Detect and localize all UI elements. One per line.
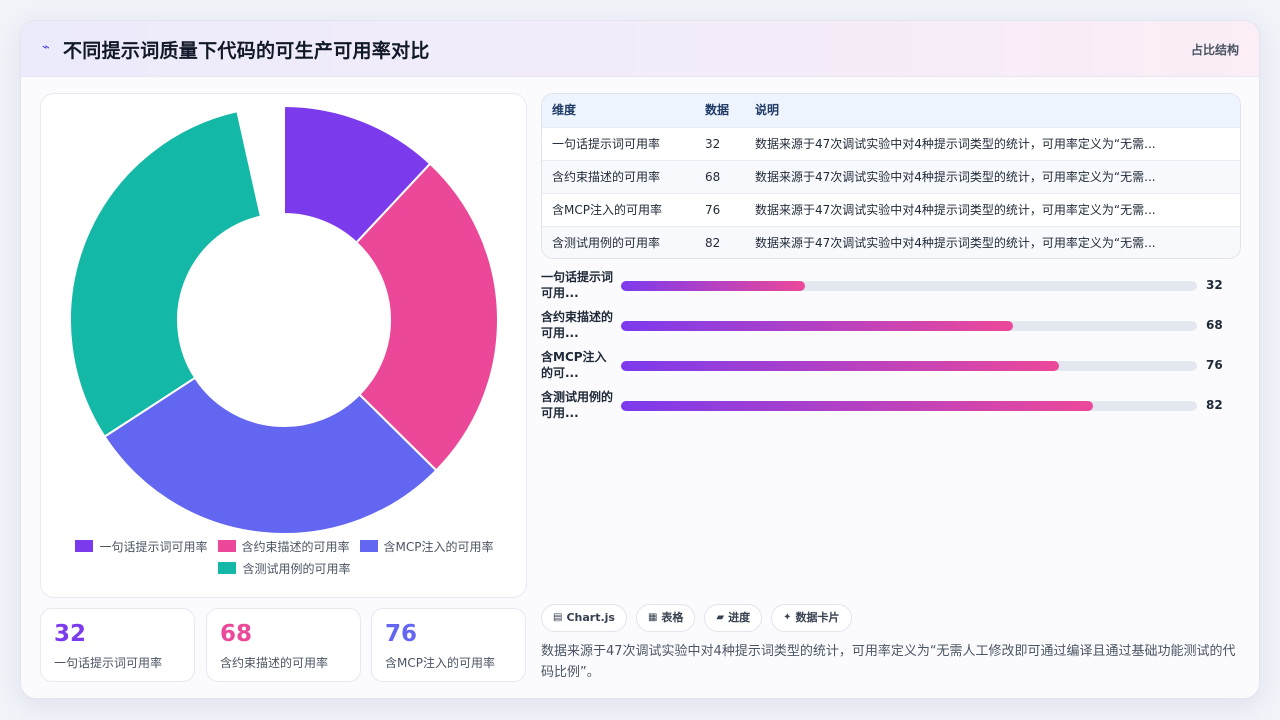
legend-swatch xyxy=(217,540,236,552)
data-source-note: 数据来源于47次调试实验中对4种提示词类型的统计，可用率定义为“无需人工修改即可… xyxy=(541,644,1236,680)
table-row: 一句话提示词可用率 32 数据来源于47次调试实验中对4种提示词类型的统计，可用… xyxy=(542,127,1240,160)
table-cell-name: 含测试用例的可用率 xyxy=(552,236,661,250)
dashboard-card: ⌁ 不同提示词质量下代码的可生产可用率对比 占比结构 一句话提示词可用率 含约束描… xyxy=(20,20,1260,699)
donut-chart-panel: 一句话提示词可用率 含约束描述的可用率 含MCP注入的可用率含测试用例的可用率 xyxy=(40,93,527,598)
stat-card-1: 32 一句话提示词可用率 xyxy=(40,608,195,682)
legend-swatch xyxy=(359,540,378,552)
stat-value: 68 xyxy=(220,621,253,647)
progress-track xyxy=(621,401,1197,411)
sparkle-icon: ✦ xyxy=(783,612,792,623)
chip-progress[interactable]: ▰ 进度 xyxy=(704,604,763,632)
card-header: ⌁ 不同提示词质量下代码的可生产可用率对比 占比结构 xyxy=(21,21,1259,77)
legend-item[interactable]: 含约束描述的可用率 xyxy=(217,538,350,554)
progress-row: 一句话提示词可用... 32 xyxy=(541,269,1241,305)
progress-value: 82 xyxy=(1206,398,1223,412)
chart-kind-label: 占比结构 xyxy=(1190,43,1239,57)
sparkle-icon: ⌁ xyxy=(42,40,50,55)
progress-value: 76 xyxy=(1206,358,1223,372)
progress-label: 一句话提示词可用... xyxy=(541,270,614,300)
table-header-cell: 说明 xyxy=(755,103,780,117)
table-row: 含约束描述的可用率 68 数据来源于47次调试实验中对4种提示词类型的统计，可用… xyxy=(542,160,1240,193)
stat-label: 含MCP注入的可用率 xyxy=(385,656,495,670)
progress-icon: ▰ xyxy=(716,612,725,623)
progress-track xyxy=(621,361,1197,371)
stat-value: 76 xyxy=(385,621,418,647)
legend-label: 含测试用例的可用率 xyxy=(242,561,351,576)
chip-label: Chart.js xyxy=(566,611,615,624)
progress-row: 含约束描述的可用... 68 xyxy=(541,309,1241,345)
chart-legend: 一句话提示词可用率 含约束描述的可用率 含MCP注入的可用率含测试用例的可用率 xyxy=(51,538,518,576)
donut-slice-4[interactable] xyxy=(69,109,263,438)
page-title: 不同提示词质量下代码的可生产可用率对比 xyxy=(63,40,430,62)
table-row: 含测试用例的可用率 82 数据来源于47次调试实验中对4种提示词类型的统计，可用… xyxy=(542,226,1240,258)
progress-bars: 一句话提示词可用... 32 含约束描述的可用... 68 含MCP注入的可..… xyxy=(541,269,1241,439)
donut-chart xyxy=(69,104,499,534)
table-header-cell: 数据 xyxy=(705,103,730,117)
chart-icon: ▤ xyxy=(553,612,563,623)
table-cell-name: 一句话提示词可用率 xyxy=(552,137,661,151)
table-cell-name: 含MCP注入的可用率 xyxy=(552,203,662,217)
table-cell-desc: 数据来源于47次调试实验中对4种提示词类型的统计，可用率定义为“无需... xyxy=(755,203,1156,217)
stat-label: 一句话提示词可用率 xyxy=(54,656,163,670)
stat-card-2: 68 含约束描述的可用率 xyxy=(206,608,361,682)
table-cell-desc: 数据来源于47次调试实验中对4种提示词类型的统计，可用率定义为“无需... xyxy=(755,236,1156,250)
legend-label: 含MCP注入的可用率 xyxy=(383,539,494,554)
stat-value: 32 xyxy=(54,621,87,647)
progress-value: 32 xyxy=(1206,278,1223,292)
chip-label: 进度 xyxy=(728,611,751,624)
progress-fill xyxy=(621,401,1094,411)
legend-item[interactable]: 含MCP注入的可用率 xyxy=(359,538,494,554)
legend-item[interactable]: 含测试用例的可用率 xyxy=(218,560,351,576)
legend-label: 含约束描述的可用率 xyxy=(241,539,350,554)
chip-table[interactable]: ▦ 表格 xyxy=(635,604,696,632)
legend-item[interactable]: 一句话提示词可用率 xyxy=(75,538,208,554)
table-cell-value: 76 xyxy=(705,203,721,217)
table-cell-value: 68 xyxy=(705,170,721,184)
progress-row: 含MCP注入的可... 76 xyxy=(541,349,1241,385)
chip-label: 数据卡片 xyxy=(795,611,840,624)
table-header-row: 维度 数据 说明 xyxy=(542,94,1240,127)
stat-card-3: 76 含MCP注入的可用率 xyxy=(371,608,526,682)
chip-data-card[interactable]: ✦ 数据卡片 xyxy=(771,604,852,632)
legend-swatch xyxy=(218,562,237,574)
progress-row: 含测试用例的可用... 82 xyxy=(541,389,1241,425)
progress-track xyxy=(621,321,1197,331)
table-cell-value: 32 xyxy=(705,137,721,151)
progress-fill xyxy=(621,321,1013,331)
table-cell-value: 82 xyxy=(705,236,721,250)
stat-label: 含约束描述的可用率 xyxy=(220,656,329,670)
legend-swatch xyxy=(75,540,94,552)
progress-value: 68 xyxy=(1206,318,1223,332)
legend-label: 一句话提示词可用率 xyxy=(99,539,208,554)
progress-track xyxy=(621,281,1197,291)
progress-fill xyxy=(621,361,1059,371)
table-row: 含MCP注入的可用率 76 数据来源于47次调试实验中对4种提示词类型的统计，可… xyxy=(542,193,1240,226)
table-header-cell: 维度 xyxy=(552,103,577,117)
progress-fill xyxy=(621,281,806,291)
progress-label: 含测试用例的可用... xyxy=(541,390,614,420)
chip-chartjs[interactable]: ▤ Chart.js xyxy=(541,604,627,632)
progress-label: 含约束描述的可用... xyxy=(541,310,614,340)
table-cell-desc: 数据来源于47次调试实验中对4种提示词类型的统计，可用率定义为“无需... xyxy=(755,170,1156,184)
chip-label: 表格 xyxy=(661,611,684,624)
tech-chips: ▤ Chart.js ▦ 表格 ▰ 进度 ✦ 数据卡片 xyxy=(541,604,861,632)
table-cell-desc: 数据来源于47次调试实验中对4种提示词类型的统计，可用率定义为“无需... xyxy=(755,137,1156,151)
data-table: 维度 数据 说明 一句话提示词可用率 32 数据来源于47次调试实验中对4种提示… xyxy=(541,93,1241,259)
table-icon: ▦ xyxy=(647,612,658,623)
progress-label: 含MCP注入的可... xyxy=(541,350,607,380)
table-cell-name: 含约束描述的可用率 xyxy=(552,170,661,184)
